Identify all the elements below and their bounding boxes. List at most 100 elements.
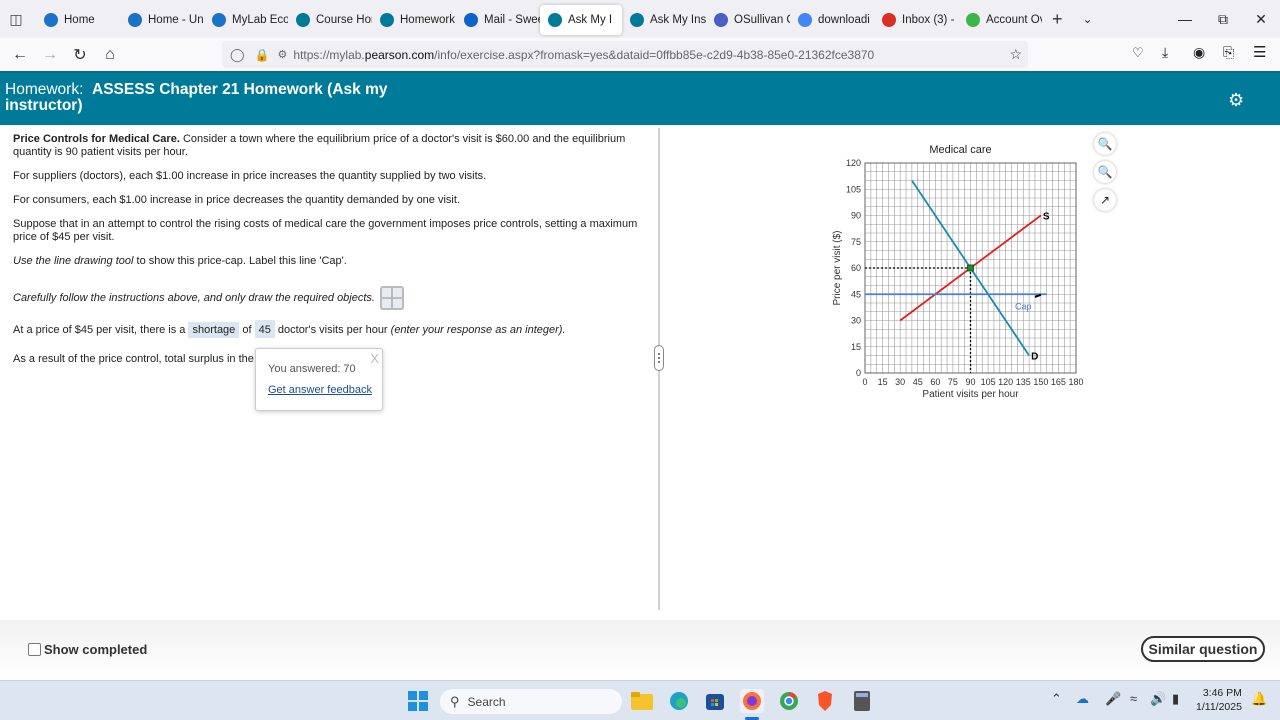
account-icon[interactable]: ◉ [1193,44,1205,61]
minimize-button[interactable]: — [1166,0,1204,38]
chart-svg[interactable]: 0 15 30 45 60 75 90 105 120 135 150 165 180015304560… [820,140,1090,405]
y-tick-label: 120 [846,158,861,168]
chrome-icon[interactable] [777,689,801,713]
url-path: /info/exercise.aspx?fromask=yes&dataid=0… [434,47,875,62]
show-completed-toggle[interactable]: Show completed [28,642,147,657]
brave-icon[interactable] [813,689,837,713]
shortage-surplus-select[interactable]: shortage [188,322,240,338]
similar-question-button[interactable]: Similar question [1141,636,1265,662]
y-tick-label: 0 [856,368,861,378]
gmail-icon [882,13,896,27]
bookmark-star-icon[interactable]: ☆ [1009,46,1022,63]
forward-icon[interactable]: → [35,40,65,70]
title-prefix: Homework: [5,81,84,98]
shield-icon[interactable]: ◯ [230,47,245,63]
home-icon[interactable]: ⌂ [95,40,125,70]
calculator-icon[interactable] [850,689,874,713]
graph-tool-icon[interactable] [380,286,405,310]
browser-tab[interactable]: Home - Un [120,5,204,35]
microphone-icon[interactable]: 🎤 [1105,691,1121,707]
x-tick-label: 45 [913,377,923,387]
lock-icon[interactable]: 🔒 [255,48,270,62]
windows-start-icon[interactable] [406,689,430,713]
shortage-quantity-input[interactable]: 45 [254,320,275,338]
open-external-icon[interactable]: ↗ [1094,189,1116,211]
x-tick-label: 90 [965,377,975,387]
get-answer-feedback-link[interactable]: Get answer feedback [268,384,372,396]
menu-icon[interactable]: ☰ [1253,43,1266,61]
tab-label: downloadi [818,14,870,26]
browser-tab[interactable]: Course Hon [288,5,372,35]
tab-label: Course Hon [316,14,372,26]
x-tick-label: 75 [948,377,958,387]
x-tick-label: 15 [878,377,888,387]
browser-tab[interactable]: OSullivan C [706,5,790,35]
browser-tab[interactable]: Inbox (3) - [874,5,958,35]
extensions-icon[interactable]: ⎘ [1223,44,1234,61]
browser-tab[interactable]: Ask My Inst [622,5,706,35]
close-popup-button[interactable]: X [370,351,379,366]
browser-tab[interactable]: MyLab Eco [204,5,288,35]
back-icon[interactable]: ← [5,40,35,70]
browser-tab[interactable]: Ask My I✕ [540,5,622,35]
restore-button[interactable]: ⧉ [1204,0,1242,38]
browser-tab[interactable]: Home [36,5,120,35]
ms-store-icon[interactable] [703,689,727,713]
onedrive-icon[interactable]: ☁ [1076,691,1089,707]
equilibrium-point [967,264,974,272]
url-bar[interactable]: ◯ 🔒 ⚙ https://mylab.pearson.com/info/exe… [222,41,1028,68]
x-tick-label: 105 [981,377,996,387]
question-pane: Price Controls for Medical Care. Conside… [13,133,643,377]
navigation-bar: ← → ↻ ⌂ ◯ 🔒 ⚙ https://mylab.pearson.com/… [0,38,1280,71]
tab-label: Account Ov [986,14,1042,26]
taskbar-search[interactable]: ⚲ Search [440,689,622,714]
firefox-icon[interactable] [740,689,764,713]
mylab-icon [44,13,58,27]
y-tick-label: 30 [851,316,861,326]
new-tab-button[interactable]: + [1052,9,1063,30]
battery-icon[interactable]: ▮ [1172,691,1179,707]
list-all-tabs-icon[interactable]: ⌄ [1083,12,1093,26]
consumer-paragraph: For consumers, each $1.00 increase in pr… [13,194,460,206]
x-tick-label: 30 [895,377,905,387]
medical-care-chart: 0 15 30 45 60 75 90 105 120 135 150 165 180 0 15 30 45 60… [820,140,1090,405]
show-completed-checkbox[interactable] [28,643,41,656]
tab-label: MyLab Eco [232,14,288,26]
pocket-icon[interactable]: ♡ [1132,45,1144,61]
edge-icon[interactable] [667,689,691,713]
shortage-text-a: At a price of $45 per visit, there is a [13,324,189,336]
resize-handle[interactable] [654,345,664,371]
outlook-icon [464,13,478,27]
shortage-text-b: of [239,324,255,336]
chart-title: Medical care [929,144,991,156]
answer-popup: You answered: 70 Get answer feedback X [255,348,383,411]
browser-tab[interactable]: Mail - Swee [456,5,540,35]
x-tick-label: 0 [862,377,867,387]
tab-list-icon[interactable]: ◫ [0,0,32,38]
integer-hint: (enter your response as an integer). [390,324,566,336]
x-tick-label: 135 [1016,377,1031,387]
browser-tab[interactable]: downloadi [790,5,874,35]
system-clock[interactable]: 3:46 PM 1/11/2025 [1196,686,1242,714]
zoom-in-icon[interactable]: 🔍 [1094,133,1116,155]
notifications-bell-icon[interactable]: 🔔 [1251,691,1267,707]
browser-tab[interactable]: Account Ov [958,5,1042,35]
y-tick-label: 45 [851,289,861,299]
show-hidden-icons[interactable]: ⌃ [1051,691,1062,707]
y-tick-label: 90 [851,211,861,221]
volume-icon[interactable]: 🔊 [1150,691,1166,707]
wifi-icon[interactable]: ≈ [1130,691,1137,706]
instruction-paragraph: Use the line drawing tool to show this p… [13,255,643,268]
downloads-icon[interactable]: ⤓ [1162,44,1168,61]
y-axis-label: Price per visit ($) [832,230,843,305]
instruction-text: to show this price-cap. Label this line … [133,255,347,267]
pearson-icon [630,13,644,27]
browser-tab[interactable]: Homework [372,5,456,35]
permissions-icon[interactable]: ⚙ [278,48,288,61]
page-header: Homework: ASSESS Chapter 21 Homework (As… [0,71,1280,125]
zoom-out-icon[interactable]: 🔍 [1094,161,1116,183]
close-window-button[interactable]: ✕ [1242,0,1280,38]
file-explorer-icon[interactable] [630,689,654,713]
settings-gear-icon[interactable]: ⚙ [1228,90,1246,110]
reload-icon[interactable]: ↻ [65,40,95,70]
